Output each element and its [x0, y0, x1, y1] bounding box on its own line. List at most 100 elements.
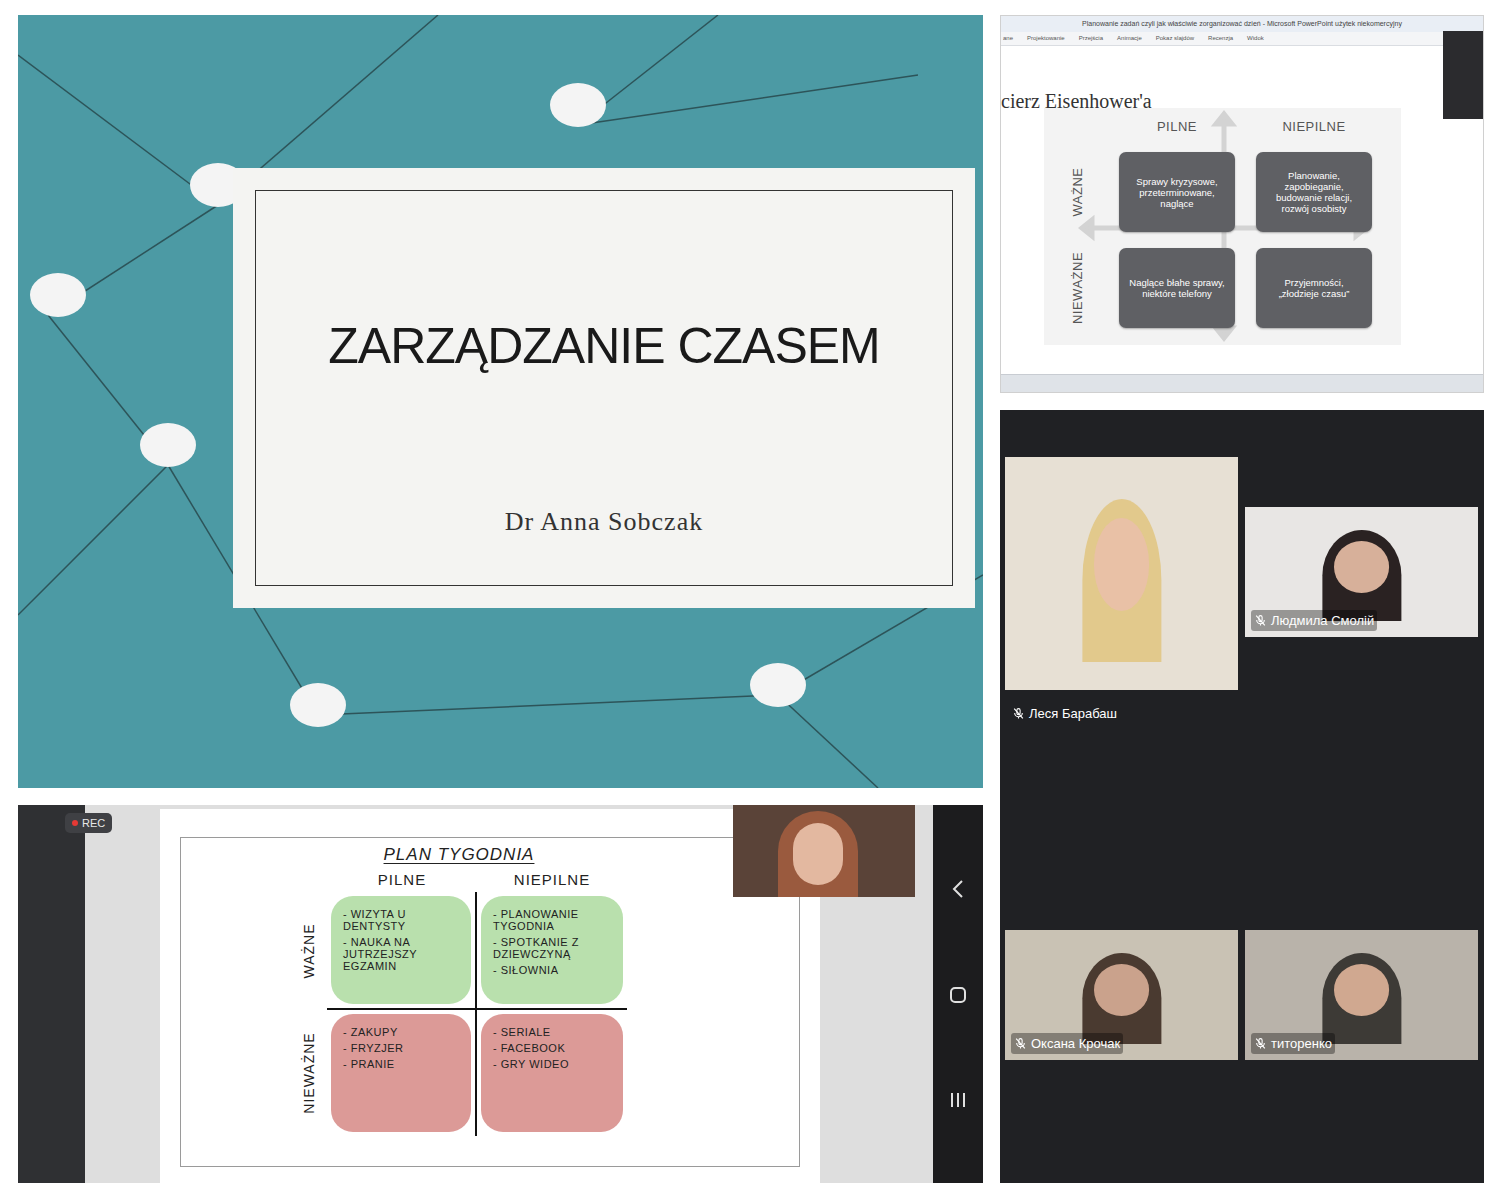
webcam-thumbnail	[1443, 31, 1483, 119]
task-item: - PRANIE	[343, 1058, 459, 1070]
participant-tile[interactable]: Людмила Смолій	[1245, 507, 1478, 637]
column-label: PILNE	[378, 869, 426, 892]
cell-text: Przyjemności, „złodzieje czasu”	[1264, 277, 1364, 299]
participant-name: Леся Барабаш	[1029, 704, 1117, 724]
ribbon-tab[interactable]: Pokaz slajdów	[1156, 34, 1194, 43]
matrix-grid: PILNE NIEPILNE WAŻNE Sprawy kryzysowe, prze…	[1044, 108, 1401, 328]
matrix-cell: Przyjemności, „złodzieje czasu”	[1256, 248, 1372, 328]
row-header: NIEWAŻNE	[291, 1010, 327, 1136]
column-label: NIEPILNE	[514, 869, 590, 892]
presenter-webcam	[733, 805, 915, 897]
home-icon[interactable]	[949, 986, 967, 1004]
cell-text: Sprawy kryzysowe, przeterminowane, naglą…	[1127, 176, 1227, 209]
mic-off-icon	[1014, 1037, 1027, 1050]
participant-label: Леся Барабаш	[1012, 704, 1117, 724]
participant-name: Оксана Крочак	[1031, 1034, 1120, 1054]
slide-card: ZARZĄDZANIE CZASEMDr Anna Sobczak	[233, 168, 975, 608]
rec-dot	[72, 820, 78, 826]
corner	[1058, 112, 1098, 136]
left-column: ZARZĄDZANIE CZASEMDr Anna Sobczak PLAN T…	[18, 15, 983, 1183]
recents-icon[interactable]	[949, 1091, 967, 1109]
task-item: - FRYZJER	[343, 1042, 459, 1054]
rec-label: REC	[82, 816, 105, 830]
row-label: WAŻNE	[1068, 168, 1088, 217]
mic-off-icon	[1254, 614, 1267, 627]
ribbon-tab[interactable]: Widok	[1247, 34, 1264, 43]
screen-share: PLAN TYGODNIAPILNE NIEPILNE WAŻNE - WIZYTA …	[18, 805, 983, 1183]
participant-label: титоренко	[1251, 1033, 1335, 1055]
task-item: - SERIALE	[493, 1026, 611, 1038]
participant-tile[interactable]: Оксана Крочак	[1005, 930, 1238, 1060]
cell-text: Planowanie, zapobieganie, budowanie rela…	[1264, 170, 1364, 214]
participant-face	[1094, 964, 1150, 1016]
whiteboard-slide: PLAN TYGODNIAPILNE NIEPILNE WAŻNE - WIZYTA …	[160, 809, 820, 1183]
collage: ZARZĄDZANIE CZASEMDr Anna Sobczak PLAN T…	[0, 0, 1500, 1183]
column-label: PILNE	[1157, 117, 1197, 137]
row-label: NIEWAŻNE	[299, 1032, 320, 1113]
matrix-cell: Naglące błahe sprawy, niektóre telefony	[1119, 248, 1235, 328]
slide-title: ZARZĄDZANIE CZASEM	[328, 316, 879, 376]
participant-face	[1334, 541, 1390, 593]
left-gutter	[18, 805, 85, 1183]
eisenhower-matrix: PILNE NIEPILNE WAŻNE Sprawy kryzysowe, prze…	[1044, 108, 1401, 345]
webcam-face	[793, 823, 843, 885]
ribbon-tab[interactable]: Animacje	[1117, 34, 1142, 43]
matrix-cell: Planowanie, zapobieganie, budowanie rela…	[1256, 152, 1372, 232]
task-item: - SPOTKANIE Z DZIEWCZYNĄ	[493, 936, 611, 960]
participant-name: титоренко	[1271, 1034, 1332, 1054]
column-label: NIEPILNE	[1282, 117, 1345, 137]
quadrant: - PLANOWANIE TYGODNIA - SPOTKANIE Z DZIEW…	[477, 892, 627, 1010]
participant-label: Людмила Смолій	[1251, 610, 1377, 632]
title-slide: ZARZĄDZANIE CZASEMDr Anna Sobczak	[18, 15, 983, 788]
ribbon-tab[interactable]: Przejścia	[1079, 34, 1103, 43]
task-item: - WIZYTA U DENTYSTY	[343, 908, 459, 932]
mic-off-icon	[1254, 1037, 1267, 1050]
column-header: NIEPILNE	[477, 870, 627, 892]
corner	[291, 870, 327, 892]
row-label: NIEWAŻNE	[1068, 252, 1088, 324]
window-title: Planowanie zadań czyli jak właściwie zor…	[1082, 19, 1402, 30]
quadrant-fill: - PLANOWANIE TYGODNIA - SPOTKANIE Z DZIEW…	[481, 896, 623, 1004]
task-item: - GRY WIDEO	[493, 1058, 611, 1070]
participant-tile[interactable]: титоренко	[1245, 930, 1478, 1060]
ribbon-tab[interactable]: Recenzja	[1208, 34, 1233, 43]
row-header: NIEWAŻNE	[1058, 248, 1098, 328]
matrix-cell: Sprawy kryzysowe, przeterminowane, naglą…	[1119, 152, 1235, 232]
quadrant-fill: - ZAKUPY - FRYZJER - PRANIE	[331, 1014, 471, 1132]
whiteboard-title: PLAN TYGODNIA	[384, 842, 535, 868]
row-header: WAŻNE	[291, 892, 327, 1010]
whiteboard-grid: PILNE NIEPILNE WAŻNE - WIZYTA U DENTYSTY - N…	[291, 870, 799, 1136]
nav-bar	[933, 805, 983, 1183]
column-header: PILNE	[1119, 112, 1235, 136]
right-column: Planowanie zadań czyli jak właściwie zor…	[1000, 15, 1484, 1183]
title-bar: Planowanie zadań czyli jak właściwie zor…	[1001, 16, 1483, 32]
quadrant-fill: - SERIALE - FACEBOOK - GRY WIDEO	[481, 1014, 623, 1132]
task-item: - FACEBOOK	[493, 1042, 611, 1054]
participant-face	[1334, 964, 1390, 1016]
task-item: - ZAKUPY	[343, 1026, 459, 1038]
mic-off-icon	[1012, 707, 1025, 720]
ribbon-tab[interactable]: Projektowanie	[1027, 34, 1065, 43]
powerpoint-window: Planowanie zadań czyli jak właściwie zor…	[1000, 15, 1484, 393]
row-label: WAŻNE	[299, 923, 320, 978]
rec-badge: REC	[65, 813, 112, 833]
task-item: - PLANOWANIE TYGODNIA	[493, 908, 611, 932]
back-icon[interactable]	[951, 879, 965, 899]
column-header: PILNE	[327, 870, 477, 892]
ribbon-tabs: ane Projektowanie Przejścia Animacje Pokaz s…	[1001, 32, 1483, 46]
whiteboard-frame: PLAN TYGODNIAPILNE NIEPILNE WAŻNE - WIZYTA …	[180, 837, 800, 1167]
whiteboard-title-row: PLAN TYGODNIA	[291, 842, 627, 868]
task-item: - SIŁOWNIA	[493, 964, 611, 976]
video-grid: Леся Барабаш Людмила Смолій Оксана Крочак т…	[1000, 410, 1484, 1183]
quadrant: - SERIALE - FACEBOOK - GRY WIDEO	[477, 1010, 627, 1136]
row-header: WAŻNE	[1058, 152, 1098, 232]
quadrant: - ZAKUPY - FRYZJER - PRANIE	[327, 1010, 477, 1136]
column-header: NIEPILNE	[1256, 112, 1372, 136]
participant-tile[interactable]	[1005, 457, 1238, 690]
participant-label: Оксана Крочак	[1011, 1033, 1123, 1055]
participant-face	[1094, 518, 1150, 611]
task-item: - NAUKA NA JUTRZEJSZY EGZAMIN	[343, 936, 459, 972]
slide-area: cierz Eisenhower'aPILNENIEPILNEWAŻNESpra…	[1001, 46, 1483, 374]
ribbon-tab[interactable]: ane	[1003, 34, 1013, 43]
quadrant-fill: - WIZYTA U DENTYSTY - NAUKA NA JUTRZEJSZY…	[331, 896, 471, 1004]
